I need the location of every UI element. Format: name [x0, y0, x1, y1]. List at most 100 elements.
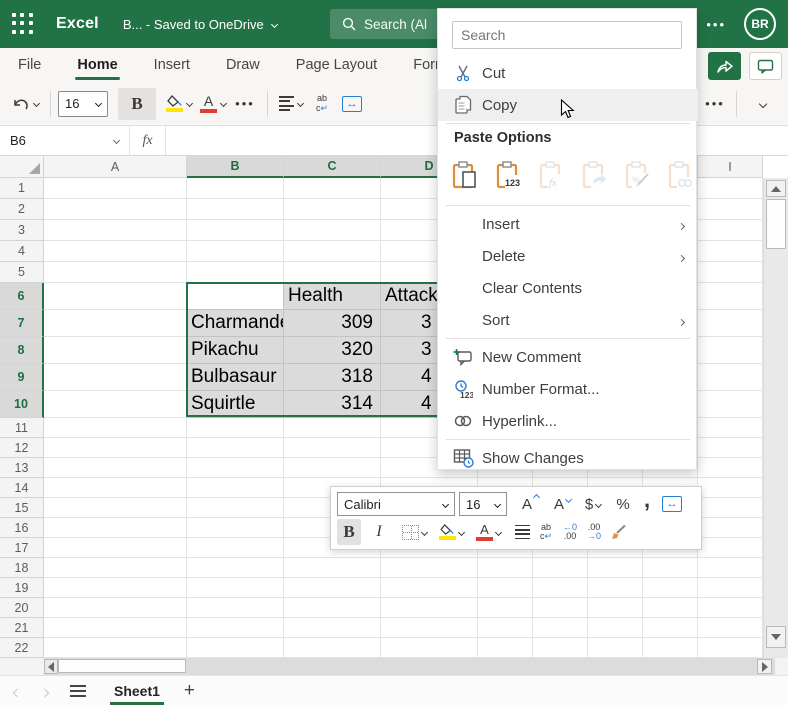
cell-B4[interactable] [187, 241, 284, 262]
scroll-right-button[interactable] [757, 659, 772, 674]
cell-F21[interactable] [533, 618, 588, 638]
document-title[interactable]: B... - Saved to OneDrive [123, 17, 277, 32]
currency-format-button[interactable]: $ [581, 491, 605, 517]
select-all-corner[interactable] [0, 156, 44, 178]
bold-button[interactable]: B [118, 88, 156, 120]
cell-A10[interactable] [44, 391, 187, 418]
row-header-6[interactable]: 6 [0, 283, 44, 310]
mini-align-button[interactable] [510, 519, 534, 545]
cell-I18[interactable] [698, 558, 763, 578]
cell-A7[interactable] [44, 310, 187, 337]
mini-fill-color-button[interactable] [436, 519, 467, 545]
cell-I14[interactable] [698, 478, 763, 498]
cell-I15[interactable] [698, 498, 763, 518]
cell-H18[interactable] [643, 558, 698, 578]
cell-E20[interactable] [478, 598, 533, 618]
cell-F18[interactable] [533, 558, 588, 578]
cell-E19[interactable] [478, 578, 533, 598]
cell-G18[interactable] [588, 558, 643, 578]
scroll-up-button[interactable] [766, 180, 786, 197]
horizontal-scrollbar[interactable] [0, 658, 788, 675]
cell-C19[interactable] [284, 578, 381, 598]
collapse-ribbon-button[interactable] [748, 88, 778, 120]
cell-C1[interactable] [284, 178, 381, 199]
cell-A2[interactable] [44, 199, 187, 220]
mini-merge-button[interactable]: ↔ [659, 491, 685, 517]
cell-A4[interactable] [44, 241, 187, 262]
vertical-scrollbar[interactable] [763, 178, 788, 658]
menu-item-delete[interactable]: Delete [438, 240, 698, 272]
cell-A14[interactable] [44, 478, 187, 498]
cell-C6[interactable]: Health [284, 283, 381, 310]
row-header-14[interactable]: 14 [0, 478, 44, 498]
grow-font-button[interactable]: A [515, 491, 539, 517]
cell-B22[interactable] [187, 638, 284, 658]
scroll-left-button[interactable] [44, 659, 58, 674]
name-box[interactable]: B6 [0, 126, 130, 155]
undo-button[interactable] [8, 88, 43, 120]
cell-F20[interactable] [533, 598, 588, 618]
cell-A12[interactable] [44, 438, 187, 458]
align-button[interactable] [275, 88, 307, 120]
cell-I8[interactable] [698, 337, 763, 364]
cell-A5[interactable] [44, 262, 187, 283]
cell-E18[interactable] [478, 558, 533, 578]
cell-C9[interactable]: 318 [284, 364, 381, 391]
cell-B1[interactable] [187, 178, 284, 199]
context-menu-search-input[interactable] [452, 21, 682, 49]
cell-I5[interactable] [698, 262, 763, 283]
menu-item-copy[interactable]: Copy [438, 89, 698, 121]
cell-I20[interactable] [698, 598, 763, 618]
paste-button[interactable] [448, 155, 482, 195]
cell-D21[interactable] [381, 618, 478, 638]
cell-I21[interactable] [698, 618, 763, 638]
cell-C12[interactable] [284, 438, 381, 458]
font-color-button[interactable]: A [196, 88, 230, 120]
cell-A13[interactable] [44, 458, 187, 478]
ribbon-tab-file[interactable]: File [14, 48, 45, 82]
cell-I22[interactable] [698, 638, 763, 658]
mini-wrap-button[interactable]: abc↵ [534, 519, 558, 545]
menu-item-sort[interactable]: Sort [438, 304, 698, 336]
column-header-C[interactable]: C [284, 156, 381, 178]
cell-A3[interactable] [44, 220, 187, 241]
column-header-I[interactable]: I [698, 156, 763, 178]
cell-D22[interactable] [381, 638, 478, 658]
share-button[interactable] [708, 52, 741, 80]
menu-item-new-comment[interactable]: New Comment [438, 341, 698, 373]
titlebar-more-icon[interactable]: ••• [706, 17, 726, 32]
cell-C18[interactable] [284, 558, 381, 578]
row-header-18[interactable]: 18 [0, 558, 44, 578]
cell-I6[interactable] [698, 283, 763, 310]
column-header-A[interactable]: A [44, 156, 187, 178]
ribbon-tab-draw[interactable]: Draw [222, 48, 264, 82]
menu-item-cut[interactable]: Cut [438, 57, 698, 89]
cell-B10[interactable]: Squirtle [187, 391, 284, 418]
cell-D20[interactable] [381, 598, 478, 618]
row-header-2[interactable]: 2 [0, 199, 44, 220]
row-header-15[interactable]: 15 [0, 498, 44, 518]
cell-A17[interactable] [44, 538, 187, 558]
cell-A6[interactable] [44, 283, 187, 310]
app-launcher-icon[interactable] [12, 13, 34, 35]
cell-C3[interactable] [284, 220, 381, 241]
cell-B5[interactable] [187, 262, 284, 283]
cell-I19[interactable] [698, 578, 763, 598]
cell-I13[interactable] [698, 458, 763, 478]
row-header-1[interactable]: 1 [0, 178, 44, 199]
horizontal-scroll-thumb[interactable] [58, 659, 186, 673]
cell-A21[interactable] [44, 618, 187, 638]
cell-G21[interactable] [588, 618, 643, 638]
vertical-scroll-thumb[interactable] [766, 199, 786, 249]
prev-sheet-button[interactable] [14, 683, 20, 699]
row-header-13[interactable]: 13 [0, 458, 44, 478]
paste-values-button[interactable]: 123 [491, 155, 525, 195]
cell-H22[interactable] [643, 638, 698, 658]
cell-B11[interactable] [187, 418, 284, 438]
toolbar-overflow-button[interactable]: ••• [700, 88, 730, 120]
row-header-10[interactable]: 10 [0, 391, 44, 418]
cell-B21[interactable] [187, 618, 284, 638]
row-header-4[interactable]: 4 [0, 241, 44, 262]
cell-C7[interactable]: 309 [284, 310, 381, 337]
insert-function-button[interactable]: fx [130, 126, 166, 155]
